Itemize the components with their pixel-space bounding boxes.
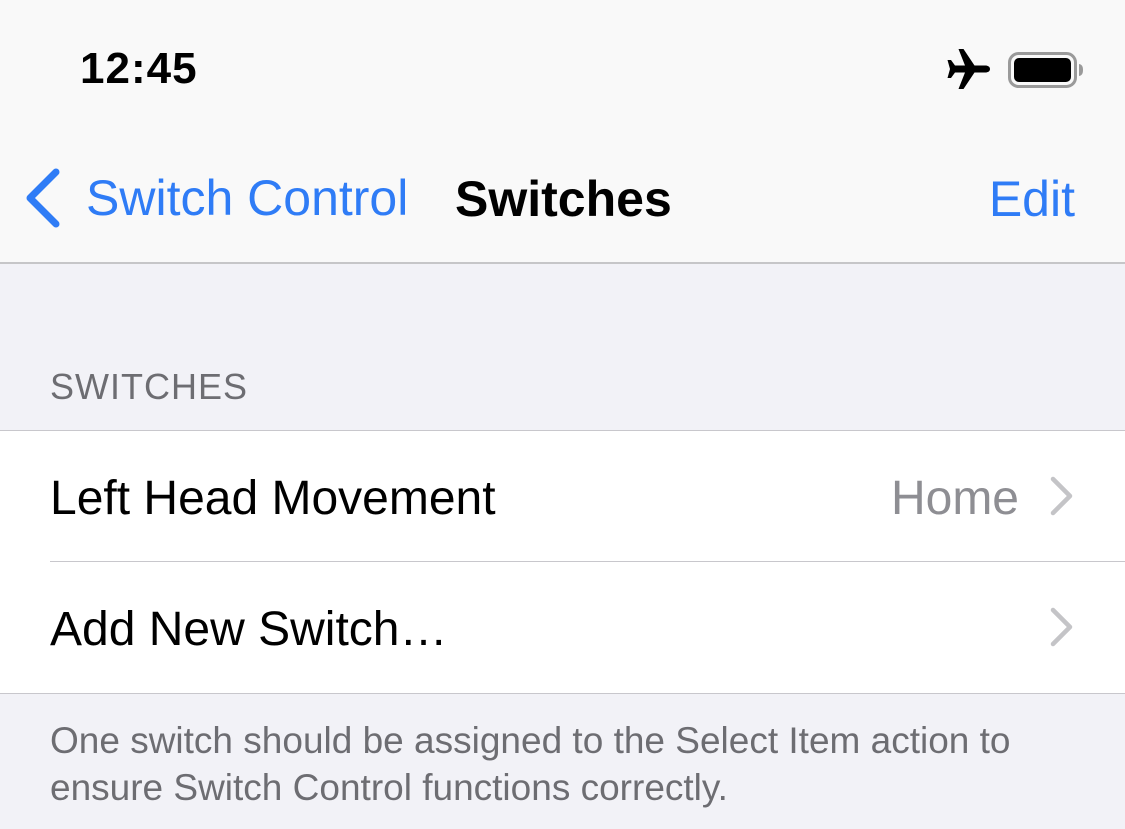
list-item-label: Left Head Movement bbox=[50, 472, 496, 525]
chevron-left-icon bbox=[26, 168, 60, 228]
switches-list: Left Head Movement Home Add New Switch… bbox=[0, 430, 1125, 694]
list-item-value: Home bbox=[890, 472, 1019, 525]
page-title: Switches bbox=[455, 171, 672, 227]
list-item-add-new-switch[interactable]: Add New Switch… bbox=[0, 562, 1125, 693]
chevron-right-icon bbox=[1050, 607, 1073, 647]
section-header: SWITCHES bbox=[50, 366, 249, 407]
battery-icon bbox=[1008, 52, 1083, 88]
navigation-bar: Switch Control Switches Edit bbox=[0, 132, 1125, 264]
status-bar: 12:45 bbox=[0, 0, 1125, 132]
chevron-right-icon bbox=[1050, 476, 1073, 516]
airplane-icon bbox=[947, 49, 990, 89]
back-button[interactable]: Switch Control bbox=[24, 168, 408, 228]
list-item-label: Add New Switch… bbox=[50, 603, 448, 656]
back-button-label: Switch Control bbox=[86, 170, 409, 226]
section-footer: One switch should be assigned to the Sel… bbox=[50, 720, 1011, 808]
edit-button[interactable]: Edit bbox=[989, 170, 1075, 228]
list-item-left-head-movement[interactable]: Left Head Movement Home bbox=[0, 431, 1125, 562]
status-time: 12:45 bbox=[80, 44, 198, 93]
